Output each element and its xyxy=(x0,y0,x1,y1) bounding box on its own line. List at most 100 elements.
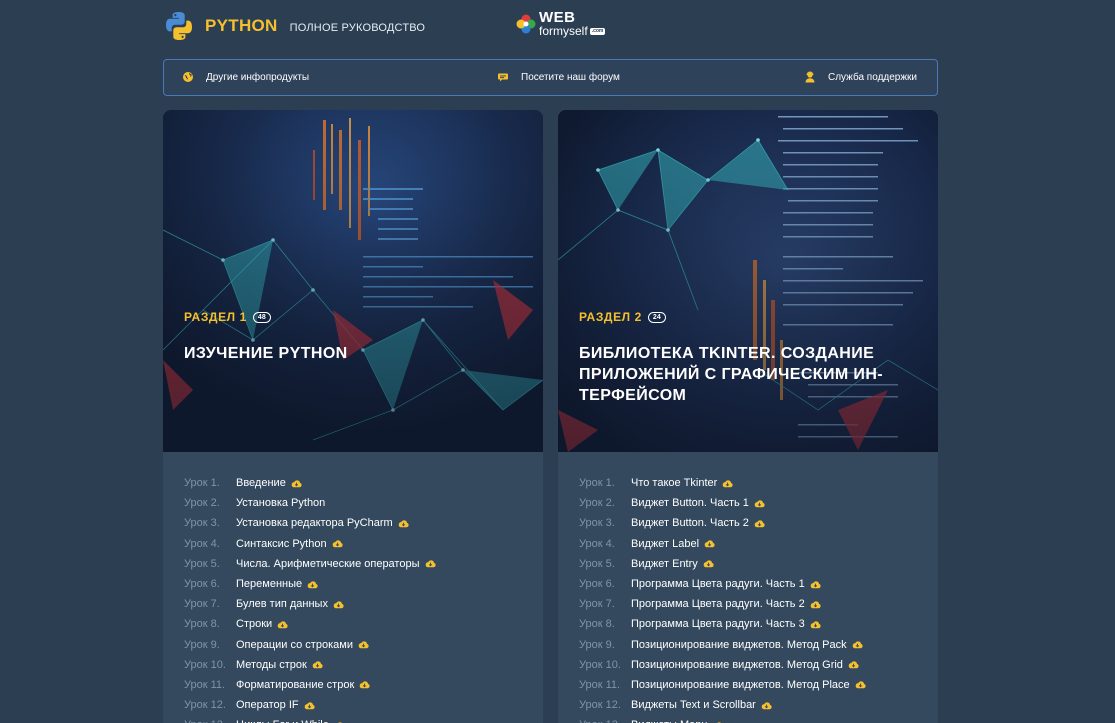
lesson-title[interactable]: Установка редактора PyCharm xyxy=(236,517,393,529)
lesson-title[interactable]: Программа Цвета радуги. Часть 2 xyxy=(631,598,805,610)
lesson-row[interactable]: Урок 5. Числа. Арифметические операторы xyxy=(184,554,543,574)
lesson-row[interactable]: Урок 12. Оператор IF xyxy=(184,695,543,715)
lesson-row[interactable]: Урок 3. Виджет Button. Часть 2 xyxy=(579,513,938,533)
cloud-download-icon xyxy=(307,580,318,589)
section-2-label-text: РАЗДЕЛ 2 xyxy=(579,310,642,324)
lesson-number: Урок 8. xyxy=(579,618,615,631)
chat-icon xyxy=(498,73,508,82)
support-icon xyxy=(805,71,815,83)
section-card-1[interactable]: РАЗДЕЛ 1 48 ИЗУЧЕНИЕ PYTHON Урок 1. Введе… xyxy=(163,110,543,723)
lesson-title[interactable]: Виджет Label xyxy=(631,538,699,550)
lesson-number: Урок 1. xyxy=(579,477,615,490)
lesson-number: Урок 2. xyxy=(184,497,220,510)
partner-name-web: WEB xyxy=(539,9,576,26)
nav-support-label: Служба поддержки xyxy=(828,71,918,83)
lesson-title[interactable]: Булев тип данных xyxy=(236,598,328,610)
lesson-number: Урок 12. xyxy=(579,699,621,712)
lesson-row[interactable]: Урок 1. Введение xyxy=(184,473,543,493)
lesson-number: Урок 12. xyxy=(184,699,226,712)
lesson-number: Урок 13. xyxy=(184,719,236,723)
brand-title[interactable]: PYTHON xyxy=(205,16,278,36)
lesson-title[interactable]: Введение xyxy=(236,477,286,489)
lesson-row[interactable]: Урок 10. Методы строк xyxy=(184,655,543,675)
lesson-title[interactable]: Оператор IF xyxy=(236,699,299,711)
cloud-download-icon xyxy=(425,559,436,568)
lesson-row[interactable]: Урок 2. Установка Python xyxy=(184,493,543,513)
nav-other-products[interactable]: Другие инфопродукты xyxy=(182,71,309,83)
section-2-label: РАЗДЕЛ 2 24 xyxy=(579,310,666,324)
cloud-download-icon xyxy=(722,479,733,488)
section-1-title[interactable]: ИЗУЧЕНИЕ PYTHON xyxy=(184,343,524,364)
section-2-lesson-list: Урок 1. Что такое Tkinter Урок 2. Виджет Bu… xyxy=(558,452,938,723)
cloud-download-icon xyxy=(855,680,866,689)
lesson-title[interactable]: Форматирование строк xyxy=(236,679,354,691)
lesson-number: Урок 10. xyxy=(184,658,226,671)
lesson-title[interactable]: Виджеты Text и Scrollbar xyxy=(631,699,756,711)
section-card-2[interactable]: РАЗДЕЛ 2 24 БИБЛИОТЕКА TKINTER. СОЗДАНИЕ… xyxy=(558,110,938,723)
lesson-row[interactable]: Урок 3. Установка редактора PyCharm xyxy=(184,513,543,533)
partner-logo[interactable]: WEB formyself .com xyxy=(515,9,606,38)
lesson-number: Урок 7. xyxy=(579,598,615,611)
lesson-title[interactable]: Методы строк xyxy=(236,659,307,671)
lesson-row[interactable]: Урок 8. Строки xyxy=(184,614,543,634)
lesson-row[interactable]: Урок 1. Что такое Tkinter xyxy=(579,473,938,493)
section-2-title[interactable]: БИБЛИОТЕКА TKINTER. СОЗДАНИЕ ПРИЛОЖЕНИЙ … xyxy=(579,343,919,406)
lesson-number: Урок 8. xyxy=(184,618,220,631)
lesson-row[interactable]: Урок 4. Синтаксис Python xyxy=(184,534,543,554)
lesson-row[interactable]: Урок 10. Позиционирование виджетов. Метод… xyxy=(579,655,938,675)
lesson-title[interactable]: Строки xyxy=(236,618,272,630)
lesson-row[interactable]: Урок 11. Позиционирование виджетов. Метод… xyxy=(579,675,938,695)
cover-overlay xyxy=(163,110,543,452)
lesson-title[interactable]: Позиционирование виджетов. Метод Place xyxy=(631,679,850,691)
lesson-title[interactable]: Позиционирование виджетов. Метод Pack xyxy=(631,639,847,651)
lesson-row[interactable]: Урок 7. Булев тип данных xyxy=(184,594,543,614)
lesson-title[interactable]: Синтаксис Python xyxy=(236,538,327,550)
nav-support[interactable]: Служба поддержки xyxy=(804,71,917,83)
nav-other-products-label: Другие инфопродукты xyxy=(206,71,310,83)
lesson-row[interactable]: Урок 7. Программа Цвета радуги. Часть 2 xyxy=(579,594,938,614)
lesson-row[interactable]: Урок 9. Операции со строками xyxy=(184,635,543,655)
lesson-number: Урок 9. xyxy=(579,638,615,651)
cloud-download-icon xyxy=(332,539,343,548)
lesson-number: Урок 3. xyxy=(184,517,220,530)
lesson-row[interactable]: Урок 8. Программа Цвета радуги. Часть 3 xyxy=(579,614,938,634)
lesson-title[interactable]: Переменные xyxy=(236,578,302,590)
lesson-number: Урок 3. xyxy=(579,517,615,530)
lesson-row[interactable]: Урок 13.Циклы For и While xyxy=(184,715,543,723)
lesson-row[interactable]: Урок 2. Виджет Button. Часть 1 xyxy=(579,493,938,513)
globe-icon xyxy=(183,72,193,82)
lesson-number: Урок 1. xyxy=(184,477,220,490)
lesson-number: Урок 4. xyxy=(579,537,615,550)
lesson-row[interactable]: Урок 5. Виджет Entry xyxy=(579,554,938,574)
lesson-title[interactable]: Циклы For и While xyxy=(236,719,329,723)
cloud-download-icon xyxy=(810,620,821,629)
lesson-number: Урок 13. xyxy=(579,719,631,723)
lesson-title[interactable]: Числа. Арифметические операторы xyxy=(236,558,420,570)
cloud-download-icon xyxy=(848,660,859,669)
lesson-row[interactable]: Урок 9. Позиционирование виджетов. Метод … xyxy=(579,635,938,655)
cloud-download-icon xyxy=(291,479,302,488)
lesson-title[interactable]: Программа Цвета радуги. Часть 1 xyxy=(631,578,805,590)
lesson-row[interactable]: Урок 12. Виджеты Text и Scrollbar xyxy=(579,695,938,715)
lesson-row[interactable]: Урок 6. Программа Цвета радуги. Часть 1 xyxy=(579,574,938,594)
section-2-title-line-2: ПРИЛОЖЕНИЙ С ГРАФИЧЕСКИМ ИН- xyxy=(579,366,884,383)
nav-forum[interactable]: Посетите наш форум xyxy=(497,71,620,83)
partner-name-formyself: formyself xyxy=(539,24,588,38)
section-2-cover-image: РАЗДЕЛ 2 24 БИБЛИОТЕКА TKINTER. СОЗДАНИЕ… xyxy=(558,110,938,452)
lesson-row[interactable]: Урок 4. Виджет Label xyxy=(579,534,938,554)
lesson-title[interactable]: Позиционирование виджетов. Метод Grid xyxy=(631,659,843,671)
lesson-title[interactable]: Виджет Entry xyxy=(631,558,698,570)
python-logo-icon[interactable] xyxy=(163,10,195,42)
lesson-title[interactable]: Установка Python xyxy=(236,497,325,509)
lesson-title[interactable]: Что такое Tkinter xyxy=(631,477,717,489)
cloud-download-icon xyxy=(312,660,323,669)
lesson-title[interactable]: Программа Цвета радуги. Часть 3 xyxy=(631,618,805,630)
lesson-title[interactable]: Виджет Button. Часть 2 xyxy=(631,517,749,529)
lesson-number: Урок 4. xyxy=(184,537,220,550)
lesson-row[interactable]: Урок 11. Форматирование строк xyxy=(184,675,543,695)
lesson-title[interactable]: Виджеты Menu xyxy=(631,719,708,723)
lesson-title[interactable]: Виджет Button. Часть 1 xyxy=(631,497,749,509)
lesson-row[interactable]: Урок 13.Виджеты Menu xyxy=(579,715,938,723)
lesson-title[interactable]: Операции со строками xyxy=(236,639,353,651)
lesson-row[interactable]: Урок 6. Переменные xyxy=(184,574,543,594)
